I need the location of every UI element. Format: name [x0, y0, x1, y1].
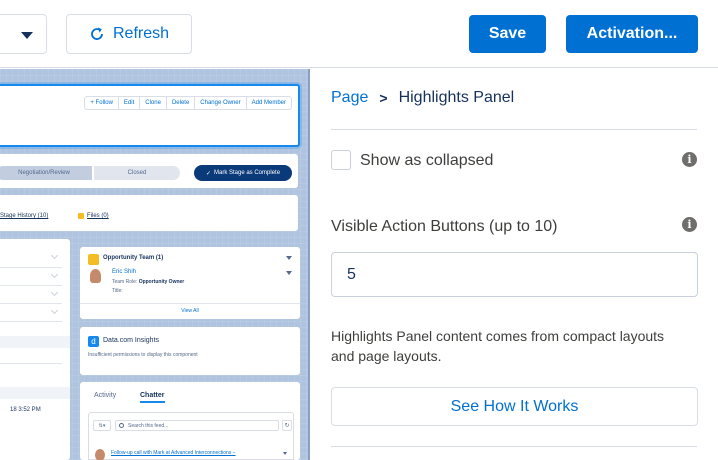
record-detail-component[interactable] — [0, 239, 70, 460]
breadcrumb: Page > Highlights Panel — [331, 89, 514, 107]
chevron-down-icon — [21, 32, 33, 39]
insights-message: Insufficient permissions to display this… — [88, 352, 198, 358]
divider — [331, 129, 697, 130]
pencil-icon — [50, 251, 59, 260]
detail-field-row — [0, 303, 62, 304]
chevron-down-icon — [283, 452, 287, 455]
team-card-title: Opportunity Team (1) — [103, 255, 164, 261]
path-stage: Negotiation/Review — [0, 166, 92, 180]
files-link: Files (0) — [78, 213, 109, 219]
highlights-panel-component[interactable]: + Follow Edit Clone Delete Change Owner … — [0, 84, 300, 147]
breadcrumb-page-link[interactable]: Page — [331, 89, 368, 107]
action-button-group: + Follow Edit Clone Delete Change Owner … — [84, 96, 292, 110]
team-role-label: Team Role: — [112, 279, 138, 285]
related-list-quick-links[interactable]: Stage History (10) Files (0) — [0, 195, 298, 231]
avatar — [95, 449, 105, 460]
chevron-down-icon — [286, 271, 292, 275]
team-role-value: Opportunity Owner — [138, 279, 185, 285]
files-link-label: Files (0) — [87, 213, 109, 219]
save-button[interactable]: Save — [469, 15, 546, 53]
builder-toolbar: Refresh Save Activation... — [0, 0, 718, 68]
feed-search-input: Search this feed... — [115, 420, 279, 431]
path-component[interactable]: Negotiation/Review Closed ✓ Mark Stage a… — [0, 154, 298, 188]
pencil-icon — [50, 270, 59, 279]
search-icon — [119, 423, 124, 428]
team-icon — [88, 254, 99, 265]
delete-action: Delete — [165, 97, 194, 109]
opportunity-team-card[interactable]: Opportunity Team (1) Eric Shih Team Role… — [80, 247, 300, 319]
detail-field-row — [0, 267, 62, 268]
breadcrumb-current: Highlights Panel — [398, 89, 515, 106]
breadcrumb-separator: > — [379, 90, 388, 106]
data-com-icon: d — [88, 336, 99, 347]
edit-action: Edit — [117, 97, 139, 109]
activity-chatter-card[interactable]: Activity Chatter ⇅▾ Search this feed... … — [80, 382, 300, 460]
detail-field-row — [0, 285, 62, 286]
tab-activity: Activity — [94, 392, 117, 399]
chevron-down-icon — [286, 256, 292, 260]
info-icon[interactable]: i — [682, 217, 697, 232]
files-icon — [78, 213, 84, 219]
divider — [331, 446, 697, 447]
page-canvas[interactable]: + Follow Edit Clone Delete Change Owner … — [0, 69, 308, 460]
stage-history-link: Stage History (10) — [0, 213, 49, 219]
visible-actions-input[interactable]: 5 — [331, 252, 698, 297]
detail-section-header — [0, 336, 70, 348]
sort-icon: ⇅▾ — [93, 420, 111, 431]
detail-section-header — [0, 387, 70, 399]
show-collapsed-label: Show as collapsed — [360, 152, 494, 169]
refresh-label: Refresh — [112, 25, 170, 42]
pencil-icon — [50, 288, 59, 297]
lightning-app-builder: Refresh Save Activation... + Follow Edit… — [0, 0, 718, 460]
feed-search-placeholder: Search this feed... — [128, 422, 169, 429]
path-stage: Closed — [94, 166, 180, 180]
team-member-name: Eric Shih — [112, 269, 137, 275]
team-member-title-label: Title: — [112, 288, 123, 294]
change-owner-action: Change Owner — [194, 97, 245, 109]
refresh-icon: ↻ — [282, 420, 292, 431]
check-icon: ✓ — [205, 170, 211, 177]
chatter-feed: ⇅▾ Search this feed... ↻ Follow-up call … — [88, 412, 294, 460]
add-member-action: Add Member — [245, 97, 291, 109]
team-role: Team Role: Opportunity Owner — [112, 279, 184, 285]
detail-field-row — [0, 363, 62, 364]
help-text: Highlights Panel content comes from comp… — [331, 328, 665, 364]
refresh-icon — [91, 27, 103, 40]
pencil-icon — [50, 306, 59, 315]
mark-complete-label: Mark Stage as Complete — [214, 170, 281, 176]
mark-stage-complete-button: ✓ Mark Stage as Complete — [194, 165, 292, 181]
insights-title: Data.com Insights — [103, 337, 160, 344]
detail-field-row — [0, 321, 62, 322]
see-how-it-works-button[interactable]: See How It Works — [331, 387, 698, 426]
page-selector-dropdown[interactable] — [0, 14, 47, 54]
info-icon[interactable]: i — [682, 152, 697, 167]
visible-actions-label: Visible Action Buttons (up to 10) — [331, 218, 558, 235]
follow-action: + Follow — [90, 100, 113, 106]
tab-chatter: Chatter — [140, 392, 165, 403]
activation-button[interactable]: Activation... — [566, 15, 698, 53]
avatar — [90, 269, 101, 283]
show-collapsed-checkbox[interactable] — [331, 150, 351, 170]
feed-item-link: Follow-up call with Mark at Advanced Int… — [111, 450, 236, 456]
detail-timestamp: 18 3:52 PM — [10, 407, 41, 413]
data-com-insights-card[interactable]: d Data.com Insights Insufficient permiss… — [80, 327, 300, 375]
refresh-button[interactable]: Refresh — [66, 14, 192, 54]
clone-action: Clone — [139, 97, 166, 109]
properties-panel: Page > Highlights Panel Show as collapse… — [310, 69, 718, 460]
view-all-link: View All — [80, 303, 300, 314]
